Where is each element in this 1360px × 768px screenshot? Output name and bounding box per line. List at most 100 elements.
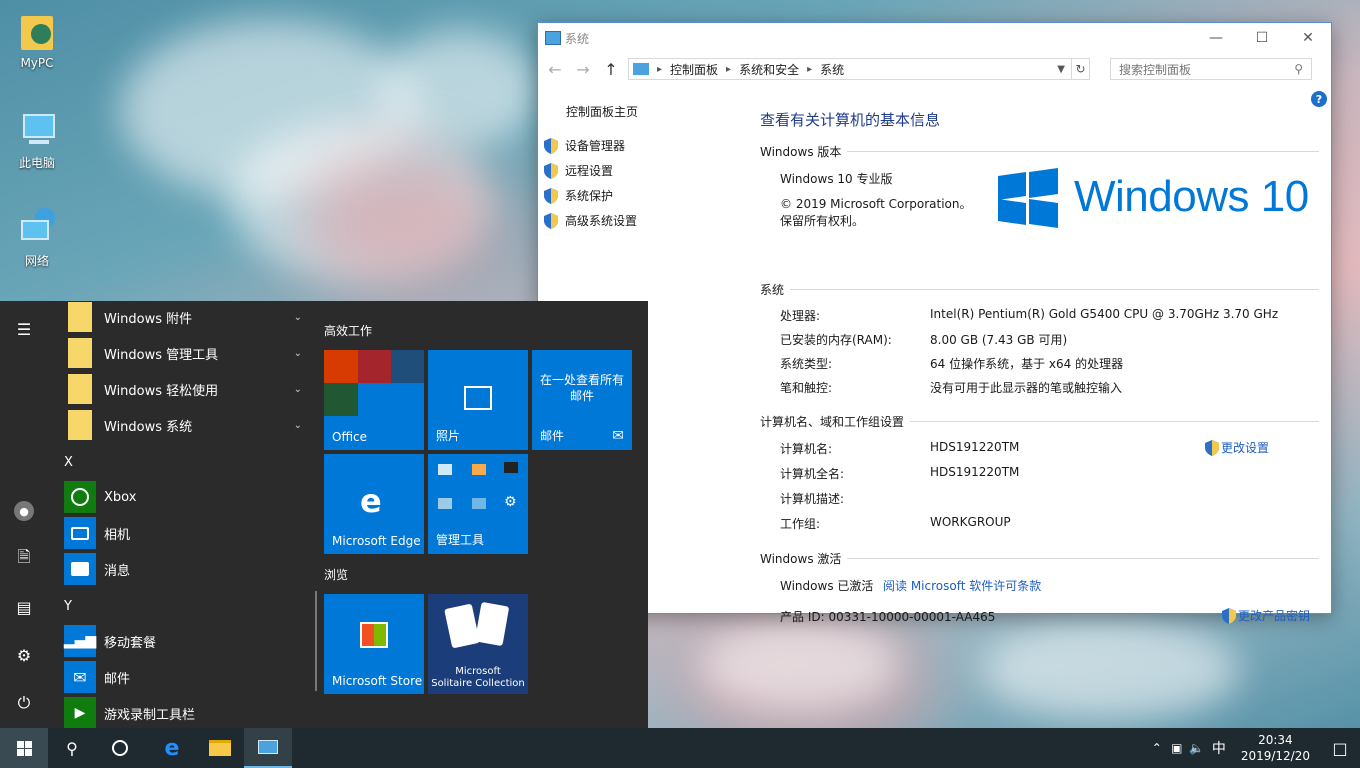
ime-indicator[interactable]: 中 [1207, 738, 1231, 758]
shield-icon [544, 187, 558, 204]
folder-icon [209, 740, 231, 756]
shield-icon [1222, 607, 1236, 624]
network-icon [15, 206, 59, 250]
desktop-icon-mypc[interactable]: MyPC [6, 10, 68, 70]
settings-gear-icon[interactable]: ⚙ [0, 635, 48, 675]
letter-header[interactable]: X [64, 455, 73, 470]
maximize-button[interactable]: ☐ [1239, 23, 1285, 53]
windows-flag-icon [998, 167, 1058, 229]
tile-solitaire[interactable]: Microsoft Solitaire Collection [428, 594, 528, 694]
start-menu: ☰ ● 🗎 ▤ ⚙ ⏻ Windows 附件 ⌄ Windows 管理工具 ⌄ … [0, 301, 648, 728]
power-icon[interactable]: ⏻ [0, 683, 48, 723]
desktop-icon-label: 此电脑 [18, 156, 55, 170]
refresh-button[interactable]: ↻ [1072, 58, 1090, 80]
app-xbox[interactable]: Xbox [64, 481, 302, 513]
tile-store[interactable]: Microsoft Store [324, 594, 424, 694]
volume-icon[interactable]: 🔈 [1187, 741, 1207, 755]
app-mobile-plans[interactable]: ▂▄▆ 移动套餐 [64, 625, 302, 657]
documents-icon[interactable]: 🗎 [0, 539, 48, 579]
network-icon[interactable]: ▣ [1167, 741, 1187, 755]
search-icon: ⚲ [66, 738, 78, 758]
title-bar[interactable]: 系统 — ☐ ✕ [538, 23, 1331, 53]
link-label: 高级系统设置 [565, 214, 638, 228]
app-mail[interactable]: ✉ 邮件 [64, 661, 302, 693]
app-list-scrollbar[interactable] [315, 591, 317, 691]
minimize-button[interactable]: — [1193, 23, 1239, 53]
start-button[interactable] [0, 728, 48, 768]
taskbar-system-window[interactable] [244, 728, 292, 768]
change-product-key-link[interactable]: 更改产品密钥 [1222, 607, 1310, 624]
mail-tile-text: 在一处查看所有邮件 [539, 373, 624, 403]
address-input[interactable]: ▸ 控制面板 ▸ 系统和安全 ▸ 系统 ▼ [628, 58, 1072, 80]
app-camera[interactable]: 相机 [64, 517, 302, 549]
taskbar-edge[interactable]: e [148, 728, 196, 768]
desktop-icon-this-pc[interactable]: 此电脑 [6, 108, 68, 171]
change-settings-link[interactable]: 更改设置 [1205, 439, 1269, 456]
section-activation: Windows 激活 [760, 550, 1319, 567]
search-button[interactable]: ⚲ [48, 728, 96, 768]
xbox-icon [64, 481, 96, 513]
taskbar: ⚲ e ⌃ ▣ 🔈 中 20:34 2019/12/20 □ [0, 728, 1360, 768]
advanced-settings-link[interactable]: 高级系统设置 [544, 212, 637, 229]
remote-settings-link[interactable]: 远程设置 [544, 162, 613, 179]
search-icon: ⚲ [1294, 62, 1303, 76]
device-manager-link[interactable]: 设备管理器 [544, 137, 625, 154]
product-id: 产品 ID: 00331-10000-00001-AA465 [780, 610, 996, 624]
tile-mail[interactable]: 在一处查看所有邮件 邮件 ✉ [532, 350, 632, 450]
control-panel-home-link[interactable]: 控制面板主页 [566, 103, 638, 120]
pictures-icon[interactable]: ▤ [0, 587, 48, 627]
camera-icon [64, 517, 96, 549]
shield-icon [544, 137, 558, 154]
app-windows-ease-of-access[interactable]: Windows 轻松使用 ⌄ [64, 373, 302, 405]
app-game-bar[interactable]: ▶ 游戏录制工具栏 [64, 697, 302, 728]
clock[interactable]: 20:34 2019/12/20 [1231, 732, 1320, 764]
back-button[interactable]: ← [544, 60, 566, 79]
game-bar-icon: ▶ [64, 697, 96, 728]
search-input[interactable]: 搜索控制面板 ⚲ [1110, 58, 1312, 80]
chevron-up-icon[interactable]: ⌃ [1147, 741, 1167, 755]
chevron-down-icon: ⌄ [293, 311, 302, 323]
breadcrumb-item[interactable]: 系统和安全 [739, 61, 799, 78]
app-windows-accessories[interactable]: Windows 附件 ⌄ [64, 301, 302, 333]
gear-icon: ⚙ [504, 494, 517, 510]
shield-icon [544, 212, 558, 229]
clock-date: 2019/12/20 [1240, 749, 1310, 763]
up-button[interactable]: ↑ [600, 60, 622, 79]
computer-name-label: 计算机名: [780, 442, 833, 456]
app-windows-admin-tools[interactable]: Windows 管理工具 ⌄ [64, 337, 302, 369]
workgroup-value: WORKGROUP [930, 515, 1011, 529]
chevron-right-icon: ▸ [657, 63, 663, 75]
user-account-icon[interactable]: ● [0, 491, 48, 531]
chevron-down-icon: ⌄ [293, 347, 302, 359]
desktop-icon-network[interactable]: 网络 [6, 206, 68, 269]
notification-icon[interactable]: □ [1320, 739, 1360, 758]
system-protection-link[interactable]: 系统保护 [544, 187, 613, 204]
group-browse[interactable]: 浏览 [324, 566, 348, 583]
breadcrumb-item[interactable]: 系统 [820, 61, 844, 78]
store-bag-icon [360, 622, 388, 648]
forward-button[interactable]: → [572, 60, 594, 79]
computer-name-value: HDS191220TM [930, 440, 1020, 454]
tile-admin-tools[interactable]: ⚙ 管理工具 [428, 454, 528, 554]
breadcrumb-item[interactable]: 控制面板 [670, 61, 718, 78]
app-messaging[interactable]: 消息 [64, 553, 302, 585]
envelope-icon: ✉ [612, 428, 624, 444]
license-terms-link[interactable]: 阅读 Microsoft 软件许可条款 [883, 577, 1041, 594]
processor-label: 处理器: [780, 309, 821, 323]
hamburger-menu-icon[interactable]: ☰ [0, 309, 48, 349]
chevron-down-icon[interactable]: ▼ [1057, 64, 1065, 75]
close-button[interactable]: ✕ [1285, 23, 1331, 53]
edge-icon: e [360, 482, 382, 520]
task-view-button[interactable] [96, 728, 144, 768]
system-type-value: 64 位操作系统，基于 x64 的处理器 [930, 357, 1124, 371]
help-icon[interactable]: ? [1311, 91, 1327, 107]
search-placeholder: 搜索控制面板 [1119, 62, 1192, 77]
group-productivity[interactable]: 高效工作 [324, 322, 372, 339]
tile-photos[interactable]: 照片 [428, 350, 528, 450]
letter-header[interactable]: Y [64, 599, 72, 614]
tile-edge[interactable]: e Microsoft Edge [324, 454, 424, 554]
pen-touch-label: 笔和触控: [780, 381, 833, 395]
taskbar-file-explorer[interactable] [196, 728, 244, 768]
tile-office[interactable]: Office [324, 350, 424, 450]
app-windows-system[interactable]: Windows 系统 ⌄ [64, 409, 302, 441]
